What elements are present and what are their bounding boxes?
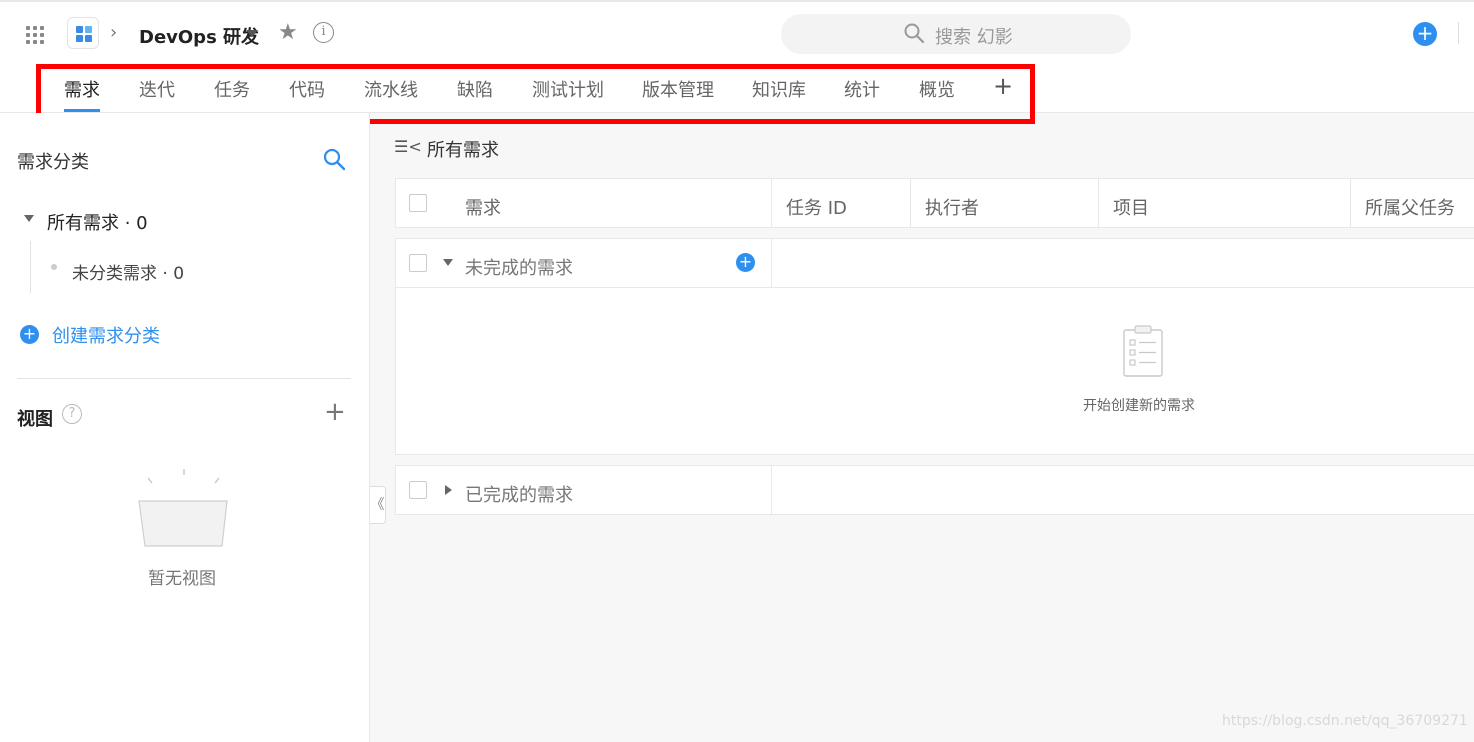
column-header-requirement[interactable]: 需求 [465, 194, 501, 220]
tab-tasks[interactable]: 任务 [214, 76, 250, 102]
column-header-assignee[interactable]: 执行者 [925, 194, 979, 220]
help-icon[interactable]: ? [62, 404, 82, 424]
column-header-parent-task[interactable]: 所属父任务 [1365, 194, 1455, 220]
project-title[interactable]: DevOps 研发 [139, 23, 259, 49]
group-checkbox[interactable] [409, 481, 427, 499]
chevron-right-icon: › [110, 22, 118, 43]
table-header: 需求 任务 ID 执行者 项目 所属父任务 [395, 178, 1474, 228]
empty-views-text: 暂无视图 [148, 569, 216, 589]
project-logo-icon[interactable] [67, 17, 99, 49]
search-placeholder: 搜索 幻影 [935, 27, 1013, 48]
sidebar-title: 需求分类 [17, 152, 89, 173]
tab-defects[interactable]: 缺陷 [457, 76, 493, 102]
info-icon[interactable]: i [313, 22, 334, 43]
caret-down-icon[interactable] [443, 259, 453, 266]
apps-grid-icon[interactable] [26, 26, 44, 44]
empty-tray-icon [138, 469, 228, 547]
divider [17, 378, 351, 379]
column-header-project[interactable]: 项目 [1113, 194, 1149, 220]
tab-pipeline[interactable]: 流水线 [364, 76, 418, 102]
column-divider [1098, 179, 1099, 227]
top-divider [1458, 22, 1459, 44]
top-bar: › DevOps 研发 ★ i 搜索 幻影 + [0, 0, 1474, 62]
column-header-task-id[interactable]: 任务 ID [786, 194, 847, 220]
star-icon[interactable]: ★ [278, 20, 298, 45]
caret-down-icon[interactable] [24, 215, 34, 222]
tab-bar: 需求 迭代 任务 代码 流水线 缺陷 测试计划 版本管理 知识库 统计 概览 + [0, 62, 1474, 113]
caret-down-icon[interactable] [246, 30, 258, 37]
watermark: https://blog.csdn.net/qq_36709271 [1222, 713, 1468, 729]
empty-requirements-hint: 开始创建新的需求 [1083, 398, 1195, 414]
group-label[interactable]: 未完成的需求 [465, 254, 573, 280]
create-category-button[interactable]: 创建需求分类 [52, 322, 160, 348]
divider [396, 287, 1474, 288]
column-divider [1350, 179, 1351, 227]
sidebar-item-all-requirements[interactable]: 所有需求 · 0 [47, 209, 148, 235]
caret-right-icon[interactable] [445, 485, 452, 495]
tab-overview[interactable]: 概览 [919, 76, 955, 102]
add-tab-button[interactable]: + [993, 72, 1013, 100]
group-label[interactable]: 已完成的需求 [465, 481, 573, 507]
add-circle-icon[interactable]: + [1413, 22, 1437, 46]
add-requirement-button[interactable]: + [736, 253, 755, 272]
bullet-dot-icon [51, 264, 57, 270]
tab-knowledge-base[interactable]: 知识库 [752, 76, 806, 102]
tab-code[interactable]: 代码 [289, 76, 325, 102]
column-divider [771, 466, 772, 514]
select-all-checkbox[interactable] [409, 194, 427, 212]
tab-version-management[interactable]: 版本管理 [642, 76, 714, 102]
add-circle-icon[interactable]: + [20, 325, 39, 344]
search-input[interactable]: 搜索 幻影 [781, 14, 1131, 54]
tab-requirements[interactable]: 需求 [64, 76, 100, 102]
clipboard-icon [1123, 325, 1163, 377]
page-title: 所有需求 [427, 140, 499, 161]
column-divider [910, 179, 911, 227]
group-checkbox[interactable] [409, 254, 427, 272]
column-divider [771, 239, 772, 287]
tab-statistics[interactable]: 统计 [844, 76, 880, 102]
collapse-sidebar-button[interactable]: 《 [370, 486, 386, 524]
list-collapse-icon[interactable]: ☰< [394, 137, 422, 156]
column-divider [771, 179, 772, 227]
tab-test-plan[interactable]: 测试计划 [532, 76, 604, 102]
sidebar: 需求分类 所有需求 · 0 未分类需求 · 0 + 创建需求分类 视图 ? + … [0, 113, 370, 742]
group-incomplete: 未完成的需求 + 开始创建新的需求 [395, 238, 1474, 455]
active-tab-indicator [64, 109, 100, 112]
tree-line [30, 241, 31, 293]
sidebar-item-uncategorized[interactable]: 未分类需求 · 0 [72, 259, 184, 284]
add-view-button[interactable]: + [324, 397, 346, 427]
tab-iterations[interactable]: 迭代 [139, 76, 175, 102]
views-heading: 视图 [17, 409, 53, 430]
search-icon [904, 23, 925, 44]
group-completed: 已完成的需求 [395, 465, 1474, 515]
search-icon[interactable] [321, 146, 347, 172]
